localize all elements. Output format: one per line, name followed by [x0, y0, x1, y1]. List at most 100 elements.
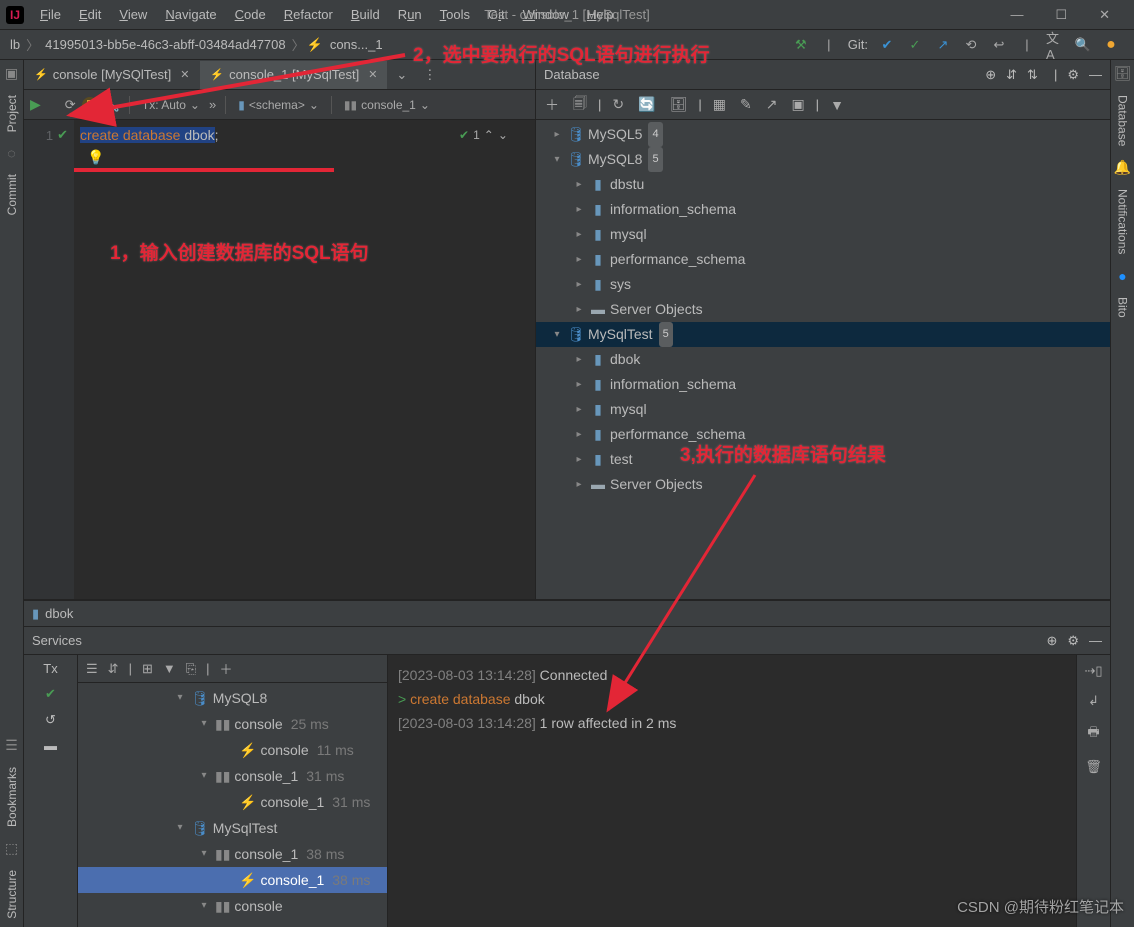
console-icon[interactable]: ▣ [788, 96, 807, 113]
plan-icon[interactable]: P [82, 97, 98, 113]
tree-row[interactable]: ▸🛢MySQL54 [536, 122, 1110, 147]
crumb-file[interactable]: cons..._1 [326, 37, 387, 52]
collapse-icon[interactable]: ⇅ [1027, 67, 1038, 83]
target-icon[interactable]: ⊕ [985, 67, 996, 83]
tree-row[interactable]: ▸▮information_schema [536, 197, 1110, 222]
service-tree-row[interactable]: ▾ ▮▮ console25 ms [78, 711, 387, 737]
add-icon[interactable]: ＋ [220, 659, 233, 678]
editor-body[interactable]: 1 ✔ create database dbok; 💡 ✔1 ⌃ ⌄ [24, 120, 535, 599]
run-options-icon[interactable]: ⟳ [65, 97, 76, 113]
git-rollback-icon[interactable]: ↩ [990, 36, 1008, 54]
stop-icon[interactable]: 🔄 [635, 96, 658, 113]
bulb-icon[interactable]: 💡 [87, 146, 104, 168]
services-tree[interactable]: ▾ 🛢 MySQL8▾ ▮▮ console25 ms ⚡ console11 … [78, 683, 387, 927]
git-update-icon[interactable]: ✔ [878, 36, 896, 54]
tab-bito[interactable]: Bito [1113, 289, 1133, 326]
wrench-icon[interactable]: 🔧 [104, 97, 120, 113]
bell-icon[interactable]: 🔔 [1114, 154, 1131, 181]
jump-icon[interactable]: ↗ [763, 96, 781, 113]
table-icon[interactable]: ▦ [710, 96, 729, 113]
service-tree-row[interactable]: ⚡ console11 ms [78, 737, 387, 763]
upgrade-icon[interactable]: ● [1102, 36, 1120, 54]
minimize-button[interactable]: — [1004, 5, 1029, 25]
edit-icon[interactable]: ✎ [737, 96, 755, 113]
database-strip-icon[interactable]: 🗄 [1114, 60, 1132, 87]
build-icon[interactable]: ⚒ [792, 36, 810, 54]
commit-icon[interactable]: ✔ [45, 686, 56, 702]
tabs-dropdown-icon[interactable]: ⌄ [388, 67, 415, 83]
service-tree-row[interactable]: ▾ ▮▮ console [78, 893, 387, 919]
print-icon[interactable]: 🖶 [1087, 723, 1099, 745]
gear-icon[interactable]: ⚙ [1067, 633, 1079, 649]
sub-tab-label[interactable]: dbok [45, 606, 73, 621]
hide-icon[interactable]: — [1089, 633, 1102, 649]
menu-edit[interactable]: Edit [71, 4, 109, 25]
menu-file[interactable]: File [32, 4, 69, 25]
tab-structure[interactable]: Structure [2, 862, 22, 927]
code-area[interactable]: create database dbok; 💡 ✔1 ⌃ ⌄ [74, 120, 535, 599]
menu-tools[interactable]: Tools [432, 4, 478, 25]
hide-icon[interactable]: — [1089, 67, 1102, 83]
tree-row[interactable]: ▸▮sys [536, 272, 1110, 297]
tree-row[interactable]: ▸▮performance_schema [536, 422, 1110, 447]
datasource-selector[interactable]: ▮▮ console_1 ⌄ [341, 98, 433, 112]
tree-row[interactable]: ▸▮dbok [536, 347, 1110, 372]
copy-icon[interactable]: 🗐 [570, 93, 590, 117]
git-commit-icon[interactable]: ✓ [906, 36, 924, 54]
tree-row[interactable]: ▸▬Server Objects [536, 472, 1110, 497]
collapse-icon[interactable]: ⇵ [108, 661, 119, 677]
bito-icon[interactable]: ● [1118, 263, 1126, 289]
output-settings-icon[interactable]: ⇢▯ [1084, 663, 1102, 679]
tx-icon[interactable]: Tx [43, 661, 57, 676]
git-history-icon[interactable]: ⟲ [962, 36, 980, 54]
service-tree-row[interactable]: ▾ ▮▮ console_131 ms [78, 763, 387, 789]
tab-commit[interactable]: Commit [2, 166, 22, 223]
tree-row[interactable]: ▸▮mysql [536, 222, 1110, 247]
service-tree-row[interactable]: ⚡ console_131 ms [78, 789, 387, 815]
tx-mode[interactable]: Tx: Auto ⌄ [139, 98, 203, 112]
menu-navigate[interactable]: Navigate [157, 4, 224, 25]
soft-wrap-icon[interactable]: ↲ [1088, 693, 1099, 709]
rollback-icon[interactable]: ↺ [45, 712, 56, 728]
link-icon[interactable]: ⎘ [186, 661, 196, 677]
translate-icon[interactable]: 文A [1046, 36, 1064, 54]
menu-run[interactable]: Run [390, 4, 430, 25]
tabs-menu-icon[interactable]: ⋮ [415, 67, 444, 83]
project-toggle-icon[interactable]: ▣ [5, 60, 18, 87]
close-icon[interactable]: ✕ [368, 68, 377, 81]
tab-project[interactable]: Project [2, 87, 22, 140]
structure-icon[interactable]: ⬚ [5, 835, 18, 862]
expand-icon[interactable]: ☰ [86, 661, 98, 677]
service-tree-row[interactable]: ▾ 🛢 MySQL8 [78, 685, 387, 711]
tab-bookmarks[interactable]: Bookmarks [2, 759, 22, 835]
menu-build[interactable]: Build [343, 4, 388, 25]
git-push-icon[interactable]: ↗ [934, 36, 952, 54]
tab-notifications[interactable]: Notifications [1113, 181, 1133, 262]
menu-code[interactable]: Code [227, 4, 274, 25]
filter-icon[interactable]: ▼ [163, 661, 176, 676]
add-icon[interactable]: ＋ [542, 95, 562, 115]
run-button[interactable]: ▶ [30, 96, 41, 113]
service-tree-row[interactable]: ⚡ console_138 ms [78, 867, 387, 893]
refresh-icon[interactable]: ↻ [609, 96, 627, 113]
tree-row[interactable]: ▾🛢MySQL85 [536, 147, 1110, 172]
database-tree[interactable]: ▸🛢MySQL54▾🛢MySQL85▸▮dbstu▸▮information_s… [536, 120, 1110, 599]
clear-icon[interactable]: 🗑 [1085, 759, 1102, 775]
tab-database[interactable]: Database [1113, 87, 1133, 154]
crumb-hash[interactable]: 41995013-bb5e-46c3-abff-03484ad47708 [41, 37, 289, 52]
menu-refactor[interactable]: Refactor [276, 4, 341, 25]
tree-row[interactable]: ▸▮dbstu [536, 172, 1110, 197]
expand-all-icon[interactable]: ⊕ [1046, 633, 1057, 649]
cancel-icon[interactable]: ▬ [44, 738, 57, 753]
close-icon[interactable]: ✕ [180, 68, 189, 81]
db-manage-icon[interactable]: 🗄 [667, 96, 691, 113]
tree-row[interactable]: ▸▮test [536, 447, 1110, 472]
maximize-button[interactable]: ☐ [1049, 5, 1073, 25]
tree-row[interactable]: ▸▮information_schema [536, 372, 1110, 397]
crumb-root[interactable]: lb [6, 37, 24, 52]
tree-row[interactable]: ▸▮performance_schema [536, 247, 1110, 272]
services-output[interactable]: [2023-08-03 13:14:28] Connected > create… [388, 655, 1076, 927]
search-icon[interactable]: 🔍 [1074, 36, 1092, 54]
service-tree-row[interactable]: ▾ 🛢 MySqlTest [78, 815, 387, 841]
inspections-widget[interactable]: ✔1 ⌃ ⌄ [455, 120, 535, 150]
